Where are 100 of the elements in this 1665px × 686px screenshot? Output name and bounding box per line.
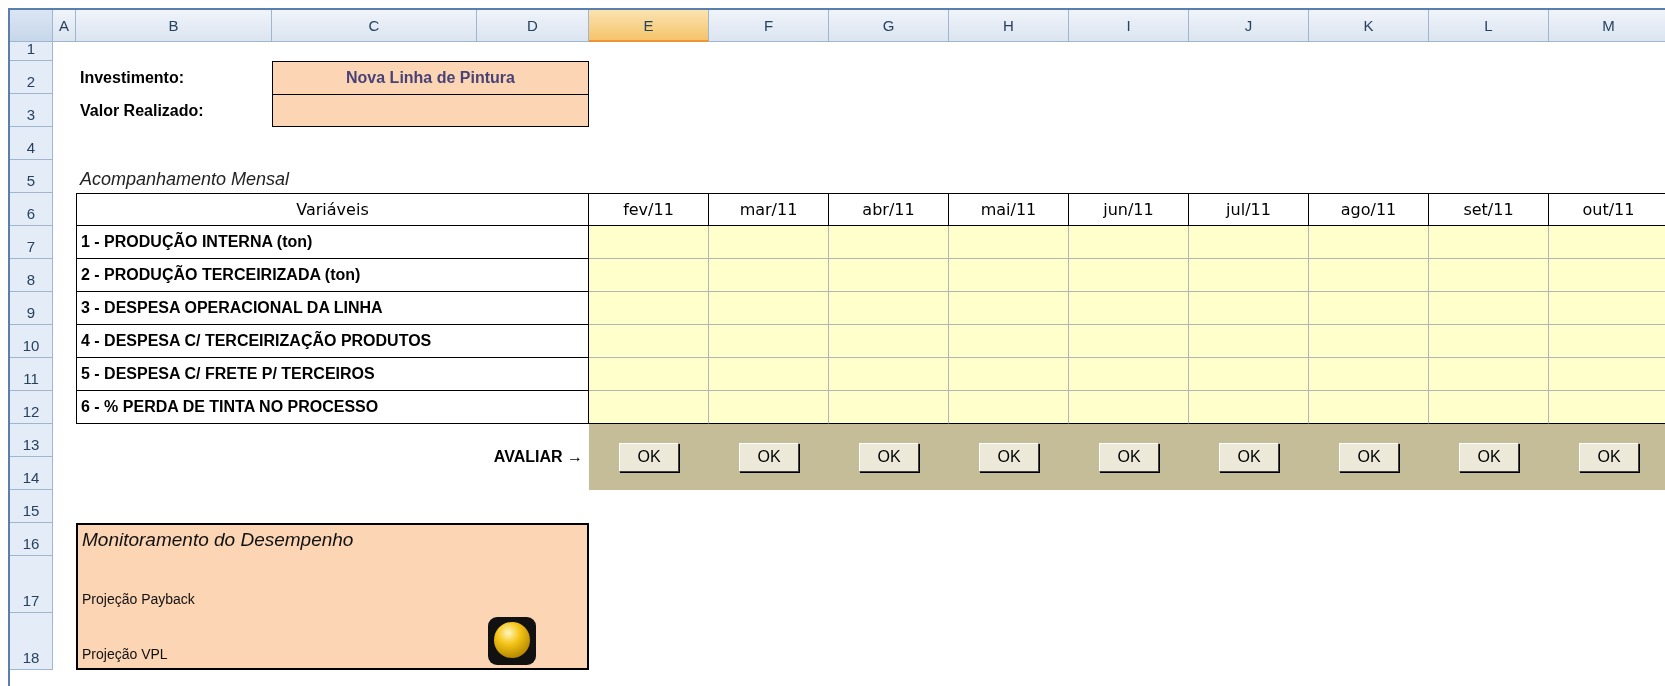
table-cell[interactable]: [829, 325, 949, 358]
table-cell[interactable]: [1429, 292, 1549, 325]
ok-button[interactable]: OK: [619, 442, 679, 472]
column-header[interactable]: I: [1069, 10, 1189, 42]
column-header[interactable]: M: [1549, 10, 1665, 42]
table-cell[interactable]: [1069, 325, 1189, 358]
column-header[interactable]: J: [1189, 10, 1309, 42]
column-header[interactable]: H: [949, 10, 1069, 42]
row-header[interactable]: 13: [10, 424, 53, 457]
investment-cell: Nova Linha de Pintura: [272, 61, 589, 94]
table-cell[interactable]: [709, 292, 829, 325]
row-header[interactable]: 1: [10, 42, 53, 61]
row-header[interactable]: 18: [10, 613, 53, 670]
row-header[interactable]: 12: [10, 391, 53, 424]
table-cell[interactable]: [709, 226, 829, 259]
table-cell[interactable]: [1069, 226, 1189, 259]
ok-button[interactable]: OK: [1579, 442, 1639, 472]
table-cell[interactable]: [1549, 358, 1665, 391]
column-header[interactable]: F: [709, 10, 829, 42]
table-cell[interactable]: [589, 325, 709, 358]
table-cell[interactable]: [949, 358, 1069, 391]
table-cell[interactable]: [829, 292, 949, 325]
table-cell[interactable]: [829, 391, 949, 424]
table-cell[interactable]: [1429, 259, 1549, 292]
column-header[interactable]: K: [1309, 10, 1429, 42]
table-cell[interactable]: [1309, 226, 1429, 259]
table-cell[interactable]: [709, 358, 829, 391]
ok-button[interactable]: OK: [1459, 442, 1519, 472]
table-cell[interactable]: [1069, 292, 1189, 325]
table-cell[interactable]: [949, 325, 1069, 358]
row-header[interactable]: 3: [10, 94, 53, 127]
row-header[interactable]: 14: [10, 457, 53, 490]
row-header[interactable]: 17: [10, 556, 53, 613]
row-header[interactable]: 2: [10, 61, 53, 94]
table-cell[interactable]: [589, 358, 709, 391]
table-cell[interactable]: [589, 259, 709, 292]
row-header[interactable]: 6: [10, 193, 53, 226]
table-cell[interactable]: [1309, 292, 1429, 325]
column-header[interactable]: C: [272, 10, 477, 42]
table-cell[interactable]: [829, 358, 949, 391]
table-cell[interactable]: [1549, 325, 1665, 358]
ok-button[interactable]: OK: [859, 442, 919, 472]
table-cell[interactable]: [949, 391, 1069, 424]
ok-button[interactable]: OK: [1219, 442, 1279, 472]
status-light-icon: [487, 616, 537, 666]
table-cell[interactable]: [1429, 325, 1549, 358]
table-cell[interactable]: [1309, 391, 1429, 424]
row-header[interactable]: 8: [10, 259, 53, 292]
ok-button[interactable]: OK: [739, 442, 799, 472]
row-header[interactable]: 4: [10, 127, 53, 160]
table-cell[interactable]: [1189, 325, 1309, 358]
table-cell[interactable]: [949, 292, 1069, 325]
column-header[interactable]: E: [589, 10, 709, 42]
table-cell[interactable]: [709, 391, 829, 424]
column-header[interactable]: G: [829, 10, 949, 42]
row-header[interactable]: 10: [10, 325, 53, 358]
table-cell[interactable]: [1309, 259, 1429, 292]
column-header[interactable]: L: [1429, 10, 1549, 42]
column-header[interactable]: B: [76, 10, 272, 42]
table-cell[interactable]: [1189, 358, 1309, 391]
table-cell[interactable]: [949, 226, 1069, 259]
column-header[interactable]: D: [477, 10, 589, 42]
table-cell[interactable]: [589, 391, 709, 424]
table-cell[interactable]: [1429, 391, 1549, 424]
row-header[interactable]: 7: [10, 226, 53, 259]
table-cell[interactable]: [709, 259, 829, 292]
table-cell[interactable]: [589, 292, 709, 325]
table-cell[interactable]: [1429, 358, 1549, 391]
ok-button[interactable]: OK: [1099, 442, 1159, 472]
table-cell[interactable]: [589, 226, 709, 259]
table-cell[interactable]: [1189, 226, 1309, 259]
table-cell[interactable]: [1189, 259, 1309, 292]
table-cell[interactable]: [1189, 391, 1309, 424]
field-label: Investimento:: [79, 67, 185, 88]
column-header[interactable]: A: [53, 10, 76, 42]
table-cell[interactable]: [1309, 325, 1429, 358]
ok-button[interactable]: OK: [979, 442, 1039, 472]
table-cell[interactable]: [1069, 391, 1189, 424]
select-all-corner[interactable]: [10, 10, 53, 42]
row-header[interactable]: 15: [10, 490, 53, 523]
row-header[interactable]: 16: [10, 523, 53, 556]
table-cell[interactable]: [1549, 259, 1665, 292]
table-cell[interactable]: [1069, 259, 1189, 292]
table-cell[interactable]: [1549, 292, 1665, 325]
ok-button[interactable]: OK: [1339, 442, 1399, 472]
table-cell[interactable]: [829, 226, 949, 259]
table-cell[interactable]: [1189, 292, 1309, 325]
table-cell[interactable]: [709, 325, 829, 358]
table-cell[interactable]: [829, 259, 949, 292]
variable-label: 1 - PRODUÇÃO INTERNA (ton): [76, 226, 589, 259]
evaluate-label: AVALIAR →: [492, 447, 584, 467]
row-header[interactable]: 5: [10, 160, 53, 193]
table-cell[interactable]: [1549, 226, 1665, 259]
row-header[interactable]: 11: [10, 358, 53, 391]
table-cell[interactable]: [1429, 226, 1549, 259]
table-cell[interactable]: [1069, 358, 1189, 391]
table-cell[interactable]: [1549, 391, 1665, 424]
table-cell[interactable]: [949, 259, 1069, 292]
row-header[interactable]: 9: [10, 292, 53, 325]
table-cell[interactable]: [1309, 358, 1429, 391]
